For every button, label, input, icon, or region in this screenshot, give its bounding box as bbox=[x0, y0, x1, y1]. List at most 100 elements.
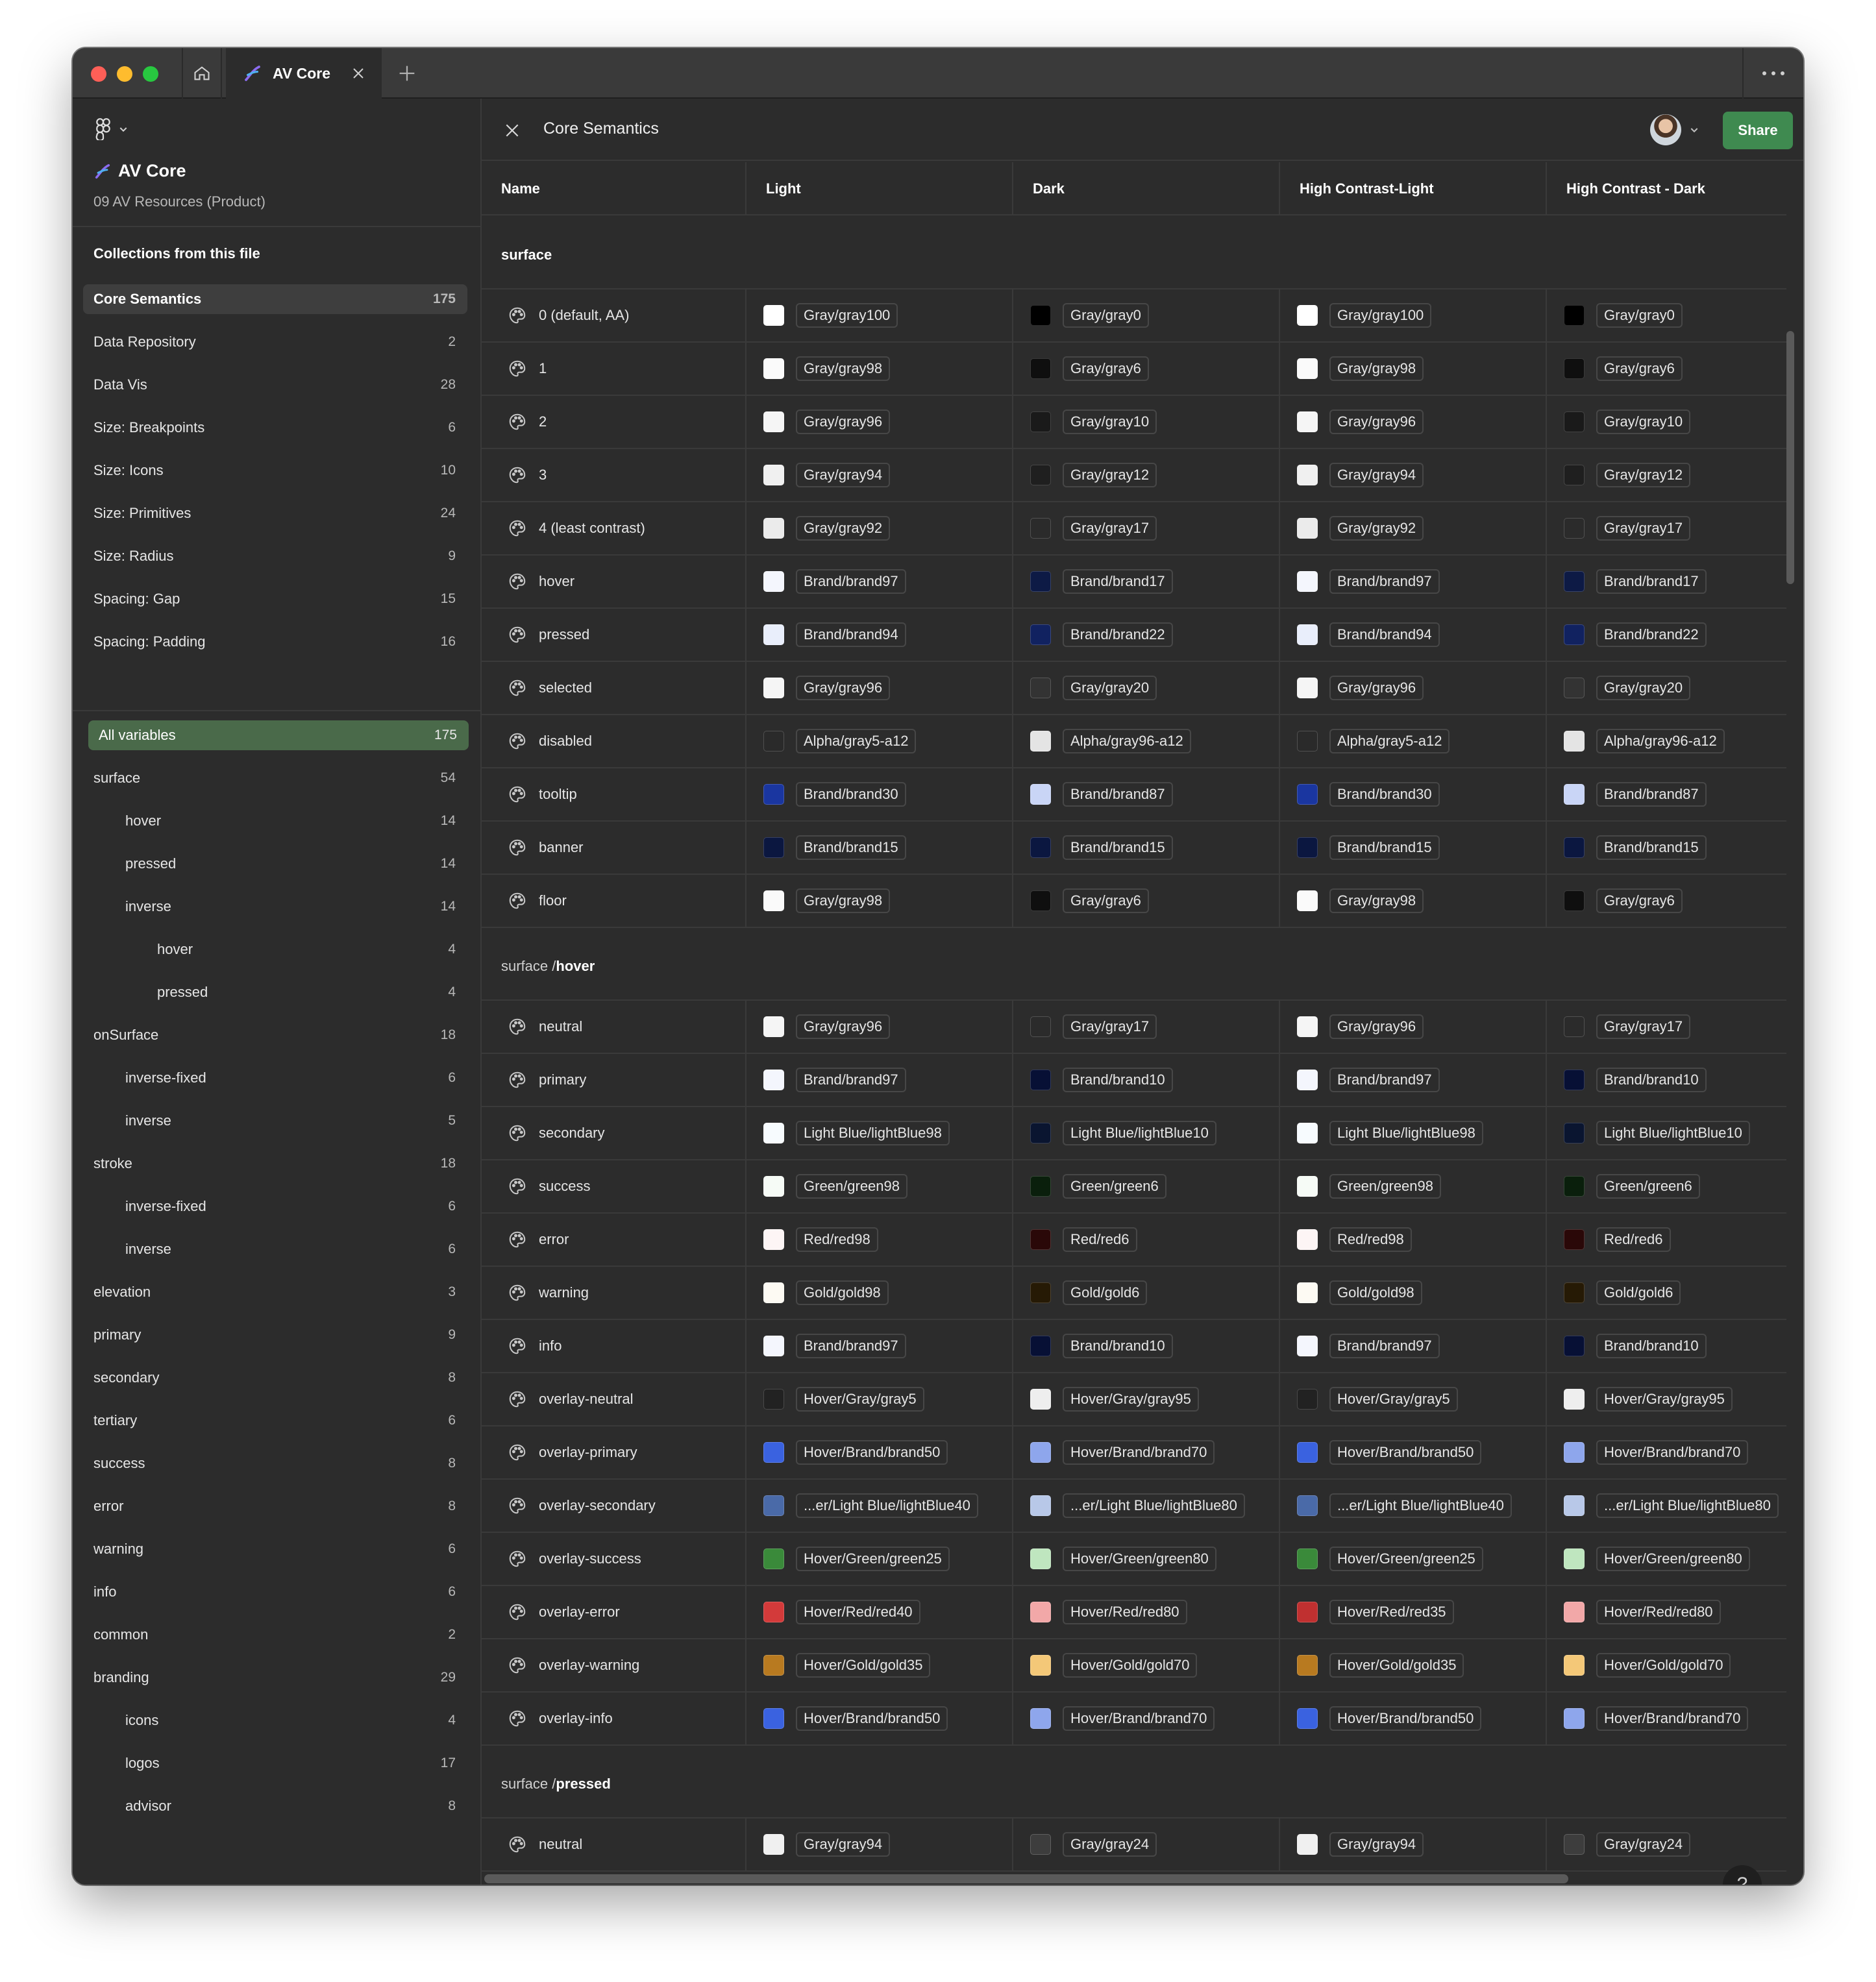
variable-value-cell[interactable]: Hover/Gold/gold35 bbox=[747, 1639, 1013, 1691]
alias-pill[interactable]: Gray/gray92 bbox=[1329, 516, 1424, 541]
table-row[interactable]: hover Brand/brand97 Brand/brand17 Brand/bra… bbox=[482, 556, 1786, 609]
alias-pill[interactable]: Hover/Brand/brand50 bbox=[796, 1706, 948, 1731]
window-maximize-button[interactable] bbox=[143, 66, 158, 82]
variable-value-cell[interactable]: Gray/gray98 bbox=[1280, 343, 1547, 395]
alias-pill[interactable]: Brand/brand97 bbox=[796, 1334, 906, 1358]
alias-pill[interactable]: Alpha/gray96-a12 bbox=[1063, 729, 1191, 753]
column-header[interactable]: High Contrast-Light bbox=[1280, 162, 1547, 215]
variable-name-cell[interactable]: 0 (default, AA) bbox=[482, 289, 747, 341]
variable-value-cell[interactable]: Gray/gray94 bbox=[747, 1818, 1013, 1870]
variable-name-cell[interactable]: 1 bbox=[482, 343, 747, 395]
group-item[interactable]: stroke 18 bbox=[83, 1149, 467, 1179]
group-item[interactable]: icons 4 bbox=[83, 1706, 467, 1735]
variable-value-cell[interactable]: Hover/Green/green25 bbox=[747, 1533, 1013, 1585]
alias-pill[interactable]: Gray/gray98 bbox=[1329, 356, 1424, 381]
group-item[interactable]: success 8 bbox=[83, 1449, 467, 1478]
variable-value-cell[interactable]: Brand/brand22 bbox=[1013, 609, 1280, 661]
variable-value-cell[interactable]: Red/red6 bbox=[1547, 1214, 1803, 1266]
alias-pill[interactable]: Light Blue/lightBlue98 bbox=[796, 1121, 950, 1145]
variable-value-cell[interactable]: Brand/brand94 bbox=[747, 609, 1013, 661]
group-item[interactable]: surface 54 bbox=[83, 763, 467, 793]
variable-value-cell[interactable]: Gray/gray17 bbox=[1547, 502, 1803, 554]
alias-pill[interactable]: Brand/brand10 bbox=[1063, 1068, 1173, 1092]
variable-value-cell[interactable]: Gray/gray96 bbox=[1280, 396, 1547, 448]
collection-item[interactable]: Core Semantics 175 bbox=[83, 284, 467, 314]
variable-name-cell[interactable]: tooltip bbox=[482, 768, 747, 820]
alias-pill[interactable]: Brand/brand17 bbox=[1063, 569, 1173, 594]
alias-pill[interactable]: Gold/gold6 bbox=[1596, 1280, 1681, 1305]
variable-value-cell[interactable]: Gray/gray10 bbox=[1013, 396, 1280, 448]
variable-value-cell[interactable]: Gray/gray98 bbox=[747, 343, 1013, 395]
variable-name-cell[interactable]: primary bbox=[482, 1054, 747, 1106]
table-row[interactable]: overlay-error Hover/Red/red40 Hover/Red/re… bbox=[482, 1586, 1786, 1639]
variable-name-cell[interactable]: 3 bbox=[482, 449, 747, 501]
variable-value-cell[interactable]: Brand/brand94 bbox=[1280, 609, 1547, 661]
variable-value-cell[interactable]: Gray/gray24 bbox=[1547, 1818, 1803, 1870]
variable-value-cell[interactable]: Hover/Red/red80 bbox=[1013, 1586, 1280, 1638]
variable-name-cell[interactable]: warning bbox=[482, 1267, 747, 1319]
variable-value-cell[interactable]: Hover/Gray/gray5 bbox=[747, 1373, 1013, 1425]
alias-pill[interactable]: Hover/Gray/gray95 bbox=[1596, 1387, 1733, 1412]
variable-value-cell[interactable]: Brand/brand97 bbox=[1280, 556, 1547, 607]
variable-name-cell[interactable]: hover bbox=[482, 556, 747, 607]
variable-value-cell[interactable]: Gray/gray20 bbox=[1547, 662, 1803, 714]
table-row[interactable]: 3 Gray/gray94 Gray/gray12 Gray/gray94 Gray/g… bbox=[482, 449, 1786, 502]
alias-pill[interactable]: ...er/Light Blue/lightBlue80 bbox=[1596, 1493, 1779, 1518]
alias-pill[interactable]: Gold/gold98 bbox=[1329, 1280, 1422, 1305]
group-item[interactable]: info 6 bbox=[83, 1577, 467, 1607]
alias-pill[interactable]: Gray/gray94 bbox=[1329, 463, 1424, 487]
alias-pill[interactable]: Gray/gray96 bbox=[1329, 1014, 1424, 1039]
variable-value-cell[interactable]: Hover/Red/red35 bbox=[1280, 1586, 1547, 1638]
variable-value-cell[interactable]: Hover/Gold/gold70 bbox=[1013, 1639, 1280, 1691]
variable-name-cell[interactable]: selected bbox=[482, 662, 747, 714]
avatar[interactable] bbox=[1650, 114, 1681, 145]
alias-pill[interactable]: Gray/gray98 bbox=[796, 356, 891, 381]
variable-value-cell[interactable]: Hover/Brand/brand50 bbox=[1280, 1693, 1547, 1744]
alias-pill[interactable]: Brand/brand30 bbox=[796, 782, 906, 807]
variable-value-cell[interactable]: Brand/brand30 bbox=[747, 768, 1013, 820]
variable-value-cell[interactable]: Brand/brand97 bbox=[747, 1320, 1013, 1372]
alias-pill[interactable]: Gray/gray12 bbox=[1596, 463, 1691, 487]
window-minimize-button[interactable] bbox=[117, 66, 132, 82]
variable-value-cell[interactable]: Gold/gold6 bbox=[1547, 1267, 1803, 1319]
column-header[interactable]: High Contrast - Dark bbox=[1547, 162, 1803, 215]
variable-value-cell[interactable]: Alpha/gray5-a12 bbox=[747, 715, 1013, 767]
variable-value-cell[interactable]: Hover/Red/red80 bbox=[1547, 1586, 1803, 1638]
alias-pill[interactable]: Alpha/gray5-a12 bbox=[796, 729, 917, 753]
variable-value-cell[interactable]: ...er/Light Blue/lightBlue40 bbox=[747, 1480, 1013, 1532]
variable-value-cell[interactable]: Brand/brand10 bbox=[1547, 1054, 1803, 1106]
table-row[interactable]: overlay-success Hover/Green/green25 Hover/… bbox=[482, 1533, 1786, 1586]
variable-value-cell[interactable]: Gray/gray0 bbox=[1013, 289, 1280, 341]
variable-value-cell[interactable]: Green/green6 bbox=[1547, 1160, 1803, 1212]
variable-value-cell[interactable]: Alpha/gray96-a12 bbox=[1013, 715, 1280, 767]
alias-pill[interactable]: Hover/Brand/brand50 bbox=[796, 1440, 948, 1465]
group-item[interactable]: common 2 bbox=[83, 1620, 467, 1650]
chevron-down-icon[interactable] bbox=[1689, 125, 1699, 135]
group-item[interactable]: warning 6 bbox=[83, 1534, 467, 1564]
group-item[interactable]: pressed 4 bbox=[83, 977, 467, 1007]
variable-value-cell[interactable]: Green/green6 bbox=[1013, 1160, 1280, 1212]
alias-pill[interactable]: Hover/Gray/gray5 bbox=[796, 1387, 924, 1412]
variable-value-cell[interactable]: Green/green98 bbox=[747, 1160, 1013, 1212]
variable-value-cell[interactable]: Gray/gray20 bbox=[1013, 662, 1280, 714]
variable-value-cell[interactable]: Gray/gray94 bbox=[1280, 1818, 1547, 1870]
variable-value-cell[interactable]: Gray/gray96 bbox=[747, 1001, 1013, 1053]
variable-value-cell[interactable]: Brand/brand10 bbox=[1013, 1054, 1280, 1106]
table-row[interactable]: neutral Gray/gray96 Gray/gray17 Gray/gray96… bbox=[482, 1001, 1786, 1054]
variable-name-cell[interactable]: secondary bbox=[482, 1107, 747, 1159]
table-row[interactable]: primary Brand/brand97 Brand/brand10 Brand/b… bbox=[482, 1054, 1786, 1107]
variable-value-cell[interactable]: Brand/brand15 bbox=[1013, 822, 1280, 874]
alias-pill[interactable]: Gray/gray24 bbox=[1063, 1832, 1157, 1857]
alias-pill[interactable]: Hover/Brand/brand50 bbox=[1329, 1440, 1482, 1465]
variable-name-cell[interactable]: pressed bbox=[482, 609, 747, 661]
home-button[interactable] bbox=[182, 48, 222, 99]
variable-value-cell[interactable]: Hover/Red/red40 bbox=[747, 1586, 1013, 1638]
alias-pill[interactable]: Hover/Gray/gray5 bbox=[1329, 1387, 1458, 1412]
alias-pill[interactable]: Gray/gray96 bbox=[796, 410, 891, 434]
alias-pill[interactable]: Gold/gold6 bbox=[1063, 1280, 1148, 1305]
variable-value-cell[interactable]: Brand/brand30 bbox=[1280, 768, 1547, 820]
collection-item[interactable]: Size: Icons 10 bbox=[83, 456, 467, 485]
alias-pill[interactable]: Hover/Gold/gold35 bbox=[1329, 1653, 1464, 1678]
group-item[interactable]: branding 29 bbox=[83, 1663, 467, 1693]
group-item[interactable]: inverse 14 bbox=[83, 892, 467, 922]
